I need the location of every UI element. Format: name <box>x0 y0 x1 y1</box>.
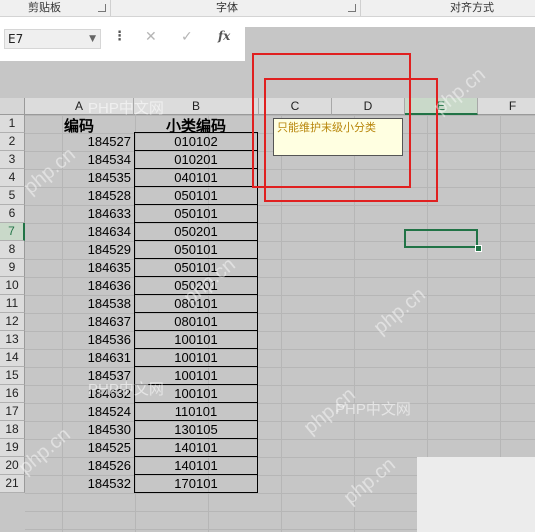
row-header-1[interactable]: 1 <box>0 115 25 133</box>
cell-b14[interactable]: 100101 <box>134 348 258 367</box>
row-header-15[interactable]: 15 <box>0 367 25 385</box>
cell-a7[interactable]: 184634 <box>25 223 133 241</box>
clipboard-launcher-icon[interactable] <box>98 4 106 12</box>
cell-a3[interactable]: 184534 <box>25 151 133 169</box>
cell-a20[interactable]: 184526 <box>25 457 133 475</box>
more-options-icon[interactable]: ⋮ <box>113 29 126 44</box>
enter-icon[interactable]: ✓ <box>181 29 193 45</box>
row-header-10[interactable]: 10 <box>0 277 25 295</box>
row-header-11[interactable]: 11 <box>0 295 25 313</box>
ribbon-group-labels: 剪贴板 字体 对齐方式 <box>0 0 535 17</box>
cell-b6[interactable]: 050101 <box>134 204 258 223</box>
cell-a13[interactable]: 184536 <box>25 331 133 349</box>
ribbon-separator <box>360 0 361 16</box>
cell-a19[interactable]: 184525 <box>25 439 133 457</box>
cell-a18[interactable]: 184530 <box>25 421 133 439</box>
column-header-f[interactable]: F <box>478 98 535 115</box>
cell-a10[interactable]: 184636 <box>25 277 133 295</box>
cell-a9[interactable]: 184635 <box>25 259 133 277</box>
cell-b2[interactable]: 010102 <box>134 132 258 151</box>
annotation-red-box <box>264 78 438 202</box>
cell-b9[interactable]: 050101 <box>134 258 258 277</box>
row-header-8[interactable]: 8 <box>0 241 25 259</box>
font-launcher-icon[interactable] <box>348 4 356 12</box>
row-header-4[interactable]: 4 <box>0 169 25 187</box>
column-header-a[interactable]: A <box>25 98 134 115</box>
row-header-17[interactable]: 17 <box>0 403 25 421</box>
cell-b21[interactable]: 170101 <box>134 474 258 493</box>
name-box-value: E7 <box>8 32 24 46</box>
insert-function-icon[interactable]: fx <box>218 29 230 43</box>
cell-a17[interactable]: 184524 <box>25 403 133 421</box>
cell-b20[interactable]: 140101 <box>134 456 258 475</box>
row-header-16[interactable]: 16 <box>0 385 25 403</box>
cell-a15[interactable]: 184537 <box>25 367 133 385</box>
cell-a14[interactable]: 184631 <box>25 349 133 367</box>
column-header-b[interactable]: B <box>134 98 259 115</box>
row-header-21[interactable]: 21 <box>0 475 25 493</box>
selected-cell-e7[interactable] <box>404 229 478 248</box>
cell-b5[interactable]: 050101 <box>134 186 258 205</box>
cell-a2[interactable]: 184527 <box>25 133 133 151</box>
name-box[interactable]: E7 ▼ <box>4 29 101 49</box>
cell-a6[interactable]: 184633 <box>25 205 133 223</box>
cell-b16[interactable]: 100101 <box>134 384 258 403</box>
cell-a8[interactable]: 184529 <box>25 241 133 259</box>
ribbon-group-clipboard: 剪贴板 <box>28 1 61 14</box>
blank-area <box>417 457 535 532</box>
row-header-12[interactable]: 12 <box>0 313 25 331</box>
fill-handle[interactable] <box>475 245 482 252</box>
row-header-20[interactable]: 20 <box>0 457 25 475</box>
row-header-7[interactable]: 7 <box>0 223 25 241</box>
cell-a11[interactable]: 184538 <box>25 295 133 313</box>
row-header-2[interactable]: 2 <box>0 133 25 151</box>
select-all-corner[interactable] <box>0 98 25 115</box>
row-header-19[interactable]: 19 <box>0 439 25 457</box>
cancel-icon[interactable]: ✕ <box>145 29 157 45</box>
cell-b15[interactable]: 100101 <box>134 366 258 385</box>
cell-a4[interactable]: 184535 <box>25 169 133 187</box>
row-header-18[interactable]: 18 <box>0 421 25 439</box>
row-header-14[interactable]: 14 <box>0 349 25 367</box>
row-header-6[interactable]: 6 <box>0 205 25 223</box>
cell-a5[interactable]: 184528 <box>25 187 133 205</box>
ribbon-group-alignment: 对齐方式 <box>450 1 494 14</box>
chevron-down-icon[interactable]: ▼ <box>89 30 96 48</box>
cell-b12[interactable]: 080101 <box>134 312 258 331</box>
cell-b10[interactable]: 050201 <box>134 276 258 295</box>
cell-b11[interactable]: 080101 <box>134 294 258 313</box>
cell-b7[interactable]: 050201 <box>134 222 258 241</box>
cell-b19[interactable]: 140101 <box>134 438 258 457</box>
cell-b8[interactable]: 050101 <box>134 240 258 259</box>
row-header-9[interactable]: 9 <box>0 259 25 277</box>
cell-b3[interactable]: 010201 <box>134 150 258 169</box>
cell-b18[interactable]: 130105 <box>134 420 258 439</box>
cell-a12[interactable]: 184637 <box>25 313 133 331</box>
cell-b13[interactable]: 100101 <box>134 330 258 349</box>
ribbon-separator <box>110 0 111 16</box>
cell-b4[interactable]: 040101 <box>134 168 258 187</box>
row-header-3[interactable]: 3 <box>0 151 25 169</box>
row-header-5[interactable]: 5 <box>0 187 25 205</box>
cell-a16[interactable]: 184632 <box>25 385 133 403</box>
row-header-13[interactable]: 13 <box>0 331 25 349</box>
cell-a21[interactable]: 184532 <box>25 475 133 493</box>
cell-b17[interactable]: 110101 <box>134 402 258 421</box>
ribbon-group-font: 字体 <box>216 1 238 14</box>
